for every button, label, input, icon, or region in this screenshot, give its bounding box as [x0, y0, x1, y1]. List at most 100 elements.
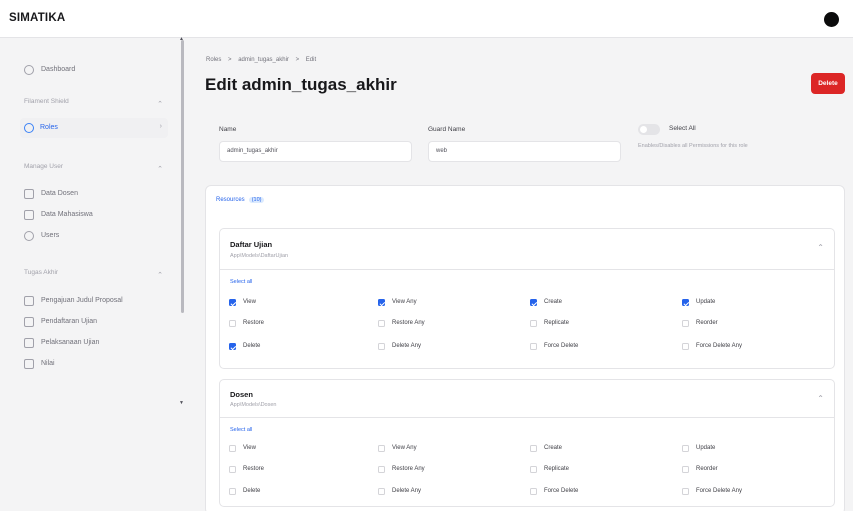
- clipboard-icon: [24, 317, 34, 327]
- permission-checkbox-update[interactable]: [682, 445, 689, 452]
- chevron-up-icon: ⌃: [157, 166, 163, 173]
- top-bar: SIMATIKA: [0, 0, 853, 38]
- breadcrumb-current: Edit: [305, 57, 317, 63]
- sidebar-item-dashboard[interactable]: Dashboard: [0, 60, 180, 80]
- sidebar-item-label: Pengajuan Judul Proposal: [41, 297, 123, 304]
- section-divider: [220, 417, 834, 418]
- sidebar-group-label: Tugas Akhir: [24, 269, 59, 276]
- sidebar-group-tugas-akhir[interactable]: Tugas Akhir ⌃: [24, 269, 169, 283]
- sidebar-item-users[interactable]: Users: [0, 226, 180, 246]
- delete-button[interactable]: Delete: [811, 73, 845, 94]
- permission-checkbox-view-any[interactable]: [378, 445, 385, 452]
- permission-checkbox-view[interactable]: [229, 299, 236, 306]
- scroll-down-arrow-icon[interactable]: ▼: [179, 400, 184, 406]
- select-all-label: Select All: [669, 125, 696, 132]
- resource-section-dosen: Dosen App\Models\Dosen ⌃ Select all View…: [219, 379, 835, 507]
- permission-label-reorder: Reorder: [696, 465, 718, 472]
- sidebar-scrollbar[interactable]: [181, 40, 184, 313]
- permission-checkbox-delete[interactable]: [229, 343, 236, 350]
- section-select-all-link[interactable]: Select all: [230, 427, 252, 433]
- chevron-right-icon: ›: [159, 123, 162, 130]
- permission-label-delete: Delete: [243, 487, 261, 494]
- permission-label-restore-any: Restore Any: [392, 319, 425, 326]
- permission-checkbox-update[interactable]: [682, 299, 689, 306]
- permission-label-force-delete-any: Force Delete Any: [696, 342, 743, 349]
- permission-label-restore-any: Restore Any: [392, 465, 425, 472]
- permission-checkbox-reorder[interactable]: [682, 320, 689, 327]
- permission-checkbox-delete-any[interactable]: [378, 488, 385, 495]
- sidebar-item-pendaftaran-ujian[interactable]: Pendaftaran Ujian: [0, 312, 180, 332]
- users-icon: [24, 189, 34, 199]
- permission-label-view: View: [243, 444, 256, 451]
- section-title: Dosen: [230, 390, 253, 399]
- sidebar-group-label: Filament Shield: [24, 98, 69, 105]
- academic-cap-icon: [24, 210, 34, 220]
- permission-checkbox-create[interactable]: [530, 445, 537, 452]
- guard-name-input[interactable]: web: [428, 141, 621, 162]
- section-divider: [220, 269, 834, 270]
- sidebar-group-manage-user[interactable]: Manage User ⌃: [24, 163, 169, 177]
- tab-resources[interactable]: Resources (10): [216, 197, 265, 203]
- calendar-icon: [24, 338, 34, 348]
- permission-label-view-any: View Any: [392, 298, 417, 305]
- shield-icon: [24, 123, 34, 133]
- sidebar-item-nilai[interactable]: Nilai: [0, 354, 180, 374]
- permission-checkbox-force-delete-any[interactable]: [682, 343, 689, 350]
- permission-checkbox-create[interactable]: [530, 299, 537, 306]
- resource-section-daftar-ujian: Daftar Ujian App\Models\DaftarUjian ⌃ Se…: [219, 228, 835, 369]
- select-all-toggle[interactable]: [638, 124, 660, 135]
- sidebar-item-label: Data Mahasiswa: [41, 211, 93, 218]
- sidebar-item-pelaksanaan-ujian[interactable]: Pelaksanaan Ujian: [0, 333, 180, 353]
- sidebar-group-filament-shield[interactable]: Filament Shield ⌃: [24, 98, 169, 112]
- sidebar-item-label: Pelaksanaan Ujian: [41, 339, 100, 346]
- chevron-up-icon[interactable]: ⌃: [817, 394, 824, 403]
- permission-checkbox-force-delete-any[interactable]: [682, 488, 689, 495]
- document-icon: [24, 296, 34, 306]
- chevron-up-icon[interactable]: ⌃: [817, 243, 824, 252]
- permission-label-delete-any: Delete Any: [392, 487, 422, 494]
- permission-label-replicate: Replicate: [544, 465, 570, 472]
- permission-label-delete: Delete: [243, 342, 261, 349]
- name-input[interactable]: admin_tugas_akhir: [219, 141, 412, 162]
- breadcrumb-separator-icon: >: [295, 57, 300, 63]
- sidebar-item-label: Users: [41, 232, 60, 239]
- permission-label-restore: Restore: [243, 465, 265, 472]
- user-icon: [24, 231, 34, 241]
- permission-checkbox-restore[interactable]: [229, 466, 236, 473]
- permission-label-view: View: [243, 298, 256, 305]
- sidebar-item-pengajuan-judul-proposal[interactable]: Pengajuan Judul Proposal: [0, 291, 180, 311]
- permission-label-restore: Restore: [243, 319, 265, 326]
- breadcrumb: Roles > admin_tugas_akhir > Edit: [206, 57, 321, 63]
- permission-checkbox-view[interactable]: [229, 445, 236, 452]
- permission-checkbox-force-delete[interactable]: [530, 343, 537, 350]
- permission-checkbox-restore[interactable]: [229, 320, 236, 327]
- tab-resources-count: (10): [248, 197, 265, 203]
- permission-checkbox-view-any[interactable]: [378, 299, 385, 306]
- section-select-all-link[interactable]: Select all: [230, 279, 252, 285]
- permission-label-force-delete: Force Delete: [544, 487, 579, 494]
- sidebar-item-roles[interactable]: Roles ›: [20, 118, 168, 138]
- chevron-up-icon: ⌃: [157, 272, 163, 279]
- permission-label-create: Create: [544, 298, 563, 305]
- brand-logo[interactable]: SIMATIKA: [9, 12, 65, 24]
- permission-checkbox-force-delete[interactable]: [530, 488, 537, 495]
- sidebar-item-label: Roles: [40, 124, 58, 131]
- permission-label-update: Update: [696, 444, 716, 451]
- permission-checkbox-delete-any[interactable]: [378, 343, 385, 350]
- home-icon: [24, 65, 34, 75]
- permission-label-delete-any: Delete Any: [392, 342, 422, 349]
- permission-checkbox-replicate[interactable]: [530, 320, 537, 327]
- permission-checkbox-restore-any[interactable]: [378, 320, 385, 327]
- sidebar-item-data-mahasiswa[interactable]: Data Mahasiswa: [0, 205, 180, 225]
- sidebar-item-data-dosen[interactable]: Data Dosen: [0, 184, 180, 204]
- section-title: Daftar Ujian: [230, 240, 273, 249]
- sidebar: Dashboard Filament Shield ⌃ Roles › Mana…: [0, 38, 180, 511]
- permission-checkbox-delete[interactable]: [229, 488, 236, 495]
- permission-checkbox-reorder[interactable]: [682, 466, 689, 473]
- user-avatar[interactable]: [824, 12, 839, 27]
- permission-label-force-delete-any: Force Delete Any: [696, 487, 743, 494]
- breadcrumb-record[interactable]: admin_tugas_akhir: [238, 57, 289, 63]
- permission-checkbox-restore-any[interactable]: [378, 466, 385, 473]
- breadcrumb-roles[interactable]: Roles: [206, 57, 221, 63]
- permission-checkbox-replicate[interactable]: [530, 466, 537, 473]
